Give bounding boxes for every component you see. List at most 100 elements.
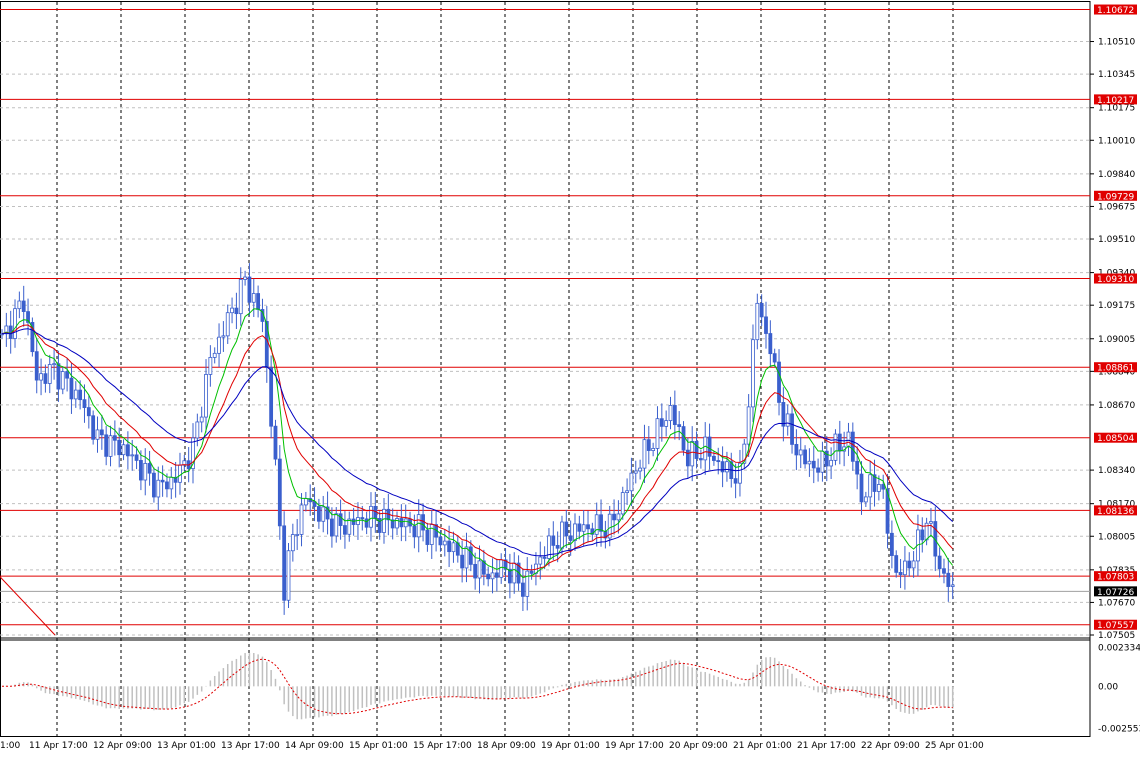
candle-body <box>460 554 465 569</box>
candle-body <box>412 525 417 538</box>
candle-body <box>347 518 352 535</box>
candle-body <box>646 439 651 451</box>
candle-body <box>716 460 721 463</box>
candle-body <box>876 484 881 492</box>
candle-body <box>121 444 126 456</box>
candle-body <box>442 540 447 546</box>
candle-body <box>277 458 282 527</box>
macd-tick-label: 0.002334 <box>1098 644 1140 654</box>
level-price-label: 1.07803 <box>1097 573 1134 583</box>
level-price-label: 1.09729 <box>1097 192 1134 202</box>
price-tick-label: 1.10510 <box>1098 38 1135 48</box>
candle-body <box>399 518 404 528</box>
candle-body <box>486 573 491 580</box>
candle-body <box>768 333 773 355</box>
candle-body <box>555 545 560 549</box>
time-tick-label: 22 Apr 09:00 <box>861 741 920 751</box>
candle-body <box>117 439 122 456</box>
candle-body <box>178 464 182 483</box>
level-price-label: 1.08504 <box>1097 434 1134 444</box>
price-tick-label: 1.09510 <box>1098 235 1135 245</box>
candle-body <box>855 460 860 475</box>
candle-body <box>269 367 274 427</box>
candle-body <box>859 473 864 503</box>
candle-body <box>21 300 26 312</box>
candle-body <box>538 556 543 565</box>
candle-body <box>616 513 621 521</box>
candle-body <box>850 431 855 462</box>
time-tick-label: 20 Apr 09:00 <box>669 741 728 751</box>
candle-body <box>920 529 925 541</box>
macd-tick-label: -0.002553 <box>1098 725 1140 735</box>
candle-body <box>169 476 174 490</box>
candle-body <box>581 524 586 532</box>
level-price-label: 1.10217 <box>1097 96 1134 106</box>
candle-body <box>525 570 530 597</box>
price-tick-label: 1.09175 <box>1098 301 1135 311</box>
candle-body <box>698 458 703 461</box>
candle-body <box>946 572 951 587</box>
candle-body <box>863 496 868 503</box>
time-tick-label: 18 Apr 09:00 <box>477 741 536 751</box>
price-chart[interactable]: 1.105101.103451.101751.100101.098401.096… <box>0 0 1140 757</box>
candle-body <box>82 399 87 408</box>
time-tick-label: 13 Apr 01:00 <box>157 741 216 751</box>
candle-body <box>564 521 569 537</box>
candle-body <box>447 540 452 553</box>
candle-body <box>633 470 638 474</box>
candle-body <box>655 418 660 449</box>
candle-body <box>746 406 751 445</box>
candle-body <box>316 506 321 522</box>
candle-body <box>286 550 291 601</box>
time-axis: 1:00 11 Apr 17:00 12 Apr 09:00 13 Apr 01:00… <box>0 741 984 751</box>
candle-body <box>130 454 135 457</box>
candle-body <box>338 513 343 526</box>
level-price-label: 1.08861 <box>1097 364 1134 374</box>
candle-body <box>816 467 820 473</box>
candle-body <box>707 436 712 457</box>
price-tick-label: 1.09840 <box>1098 170 1135 180</box>
candle-body <box>13 308 17 339</box>
price-tick-label: 1.08670 <box>1098 401 1135 411</box>
candle-body <box>86 407 91 417</box>
candle-body <box>217 336 221 354</box>
candle-body <box>256 293 261 310</box>
candle-body <box>56 363 61 390</box>
candle-body <box>551 535 556 546</box>
candle-body <box>512 562 517 584</box>
candle-body <box>777 361 781 403</box>
candle-body <box>807 460 812 465</box>
candle-body <box>937 555 942 570</box>
candle-body <box>425 529 430 545</box>
candle-body <box>594 514 599 535</box>
level-price-label: 1.10672 <box>1097 6 1134 16</box>
candle-body <box>160 479 165 483</box>
time-tick-label: 15 Apr 17:00 <box>413 741 472 751</box>
price-tick-label: 1.08340 <box>1098 466 1135 476</box>
candle-body <box>212 352 217 358</box>
price-tick-label: 1.09005 <box>1098 335 1135 345</box>
candle-body <box>47 364 52 384</box>
candle-body <box>147 463 152 474</box>
candle-body <box>451 542 456 553</box>
candle-body <box>39 373 43 381</box>
candle-body <box>139 460 143 481</box>
candle-body <box>820 450 825 473</box>
candle-body <box>134 454 139 461</box>
candle-body <box>152 472 156 498</box>
candle-body <box>238 279 243 315</box>
candle-body <box>685 449 690 467</box>
candle-body <box>733 478 738 484</box>
time-tick-label: 1:00 <box>0 741 20 751</box>
candle-body <box>112 435 117 441</box>
candle-body <box>369 505 373 528</box>
candle-body <box>99 429 104 436</box>
candle-body <box>903 560 907 576</box>
candle-body <box>725 461 729 473</box>
candle-body <box>755 302 760 341</box>
candle-body <box>629 472 634 492</box>
candle-body <box>703 436 708 461</box>
candle-body <box>894 555 899 573</box>
time-tick-label: 21 Apr 01:00 <box>733 741 792 751</box>
candle-body <box>364 518 369 528</box>
